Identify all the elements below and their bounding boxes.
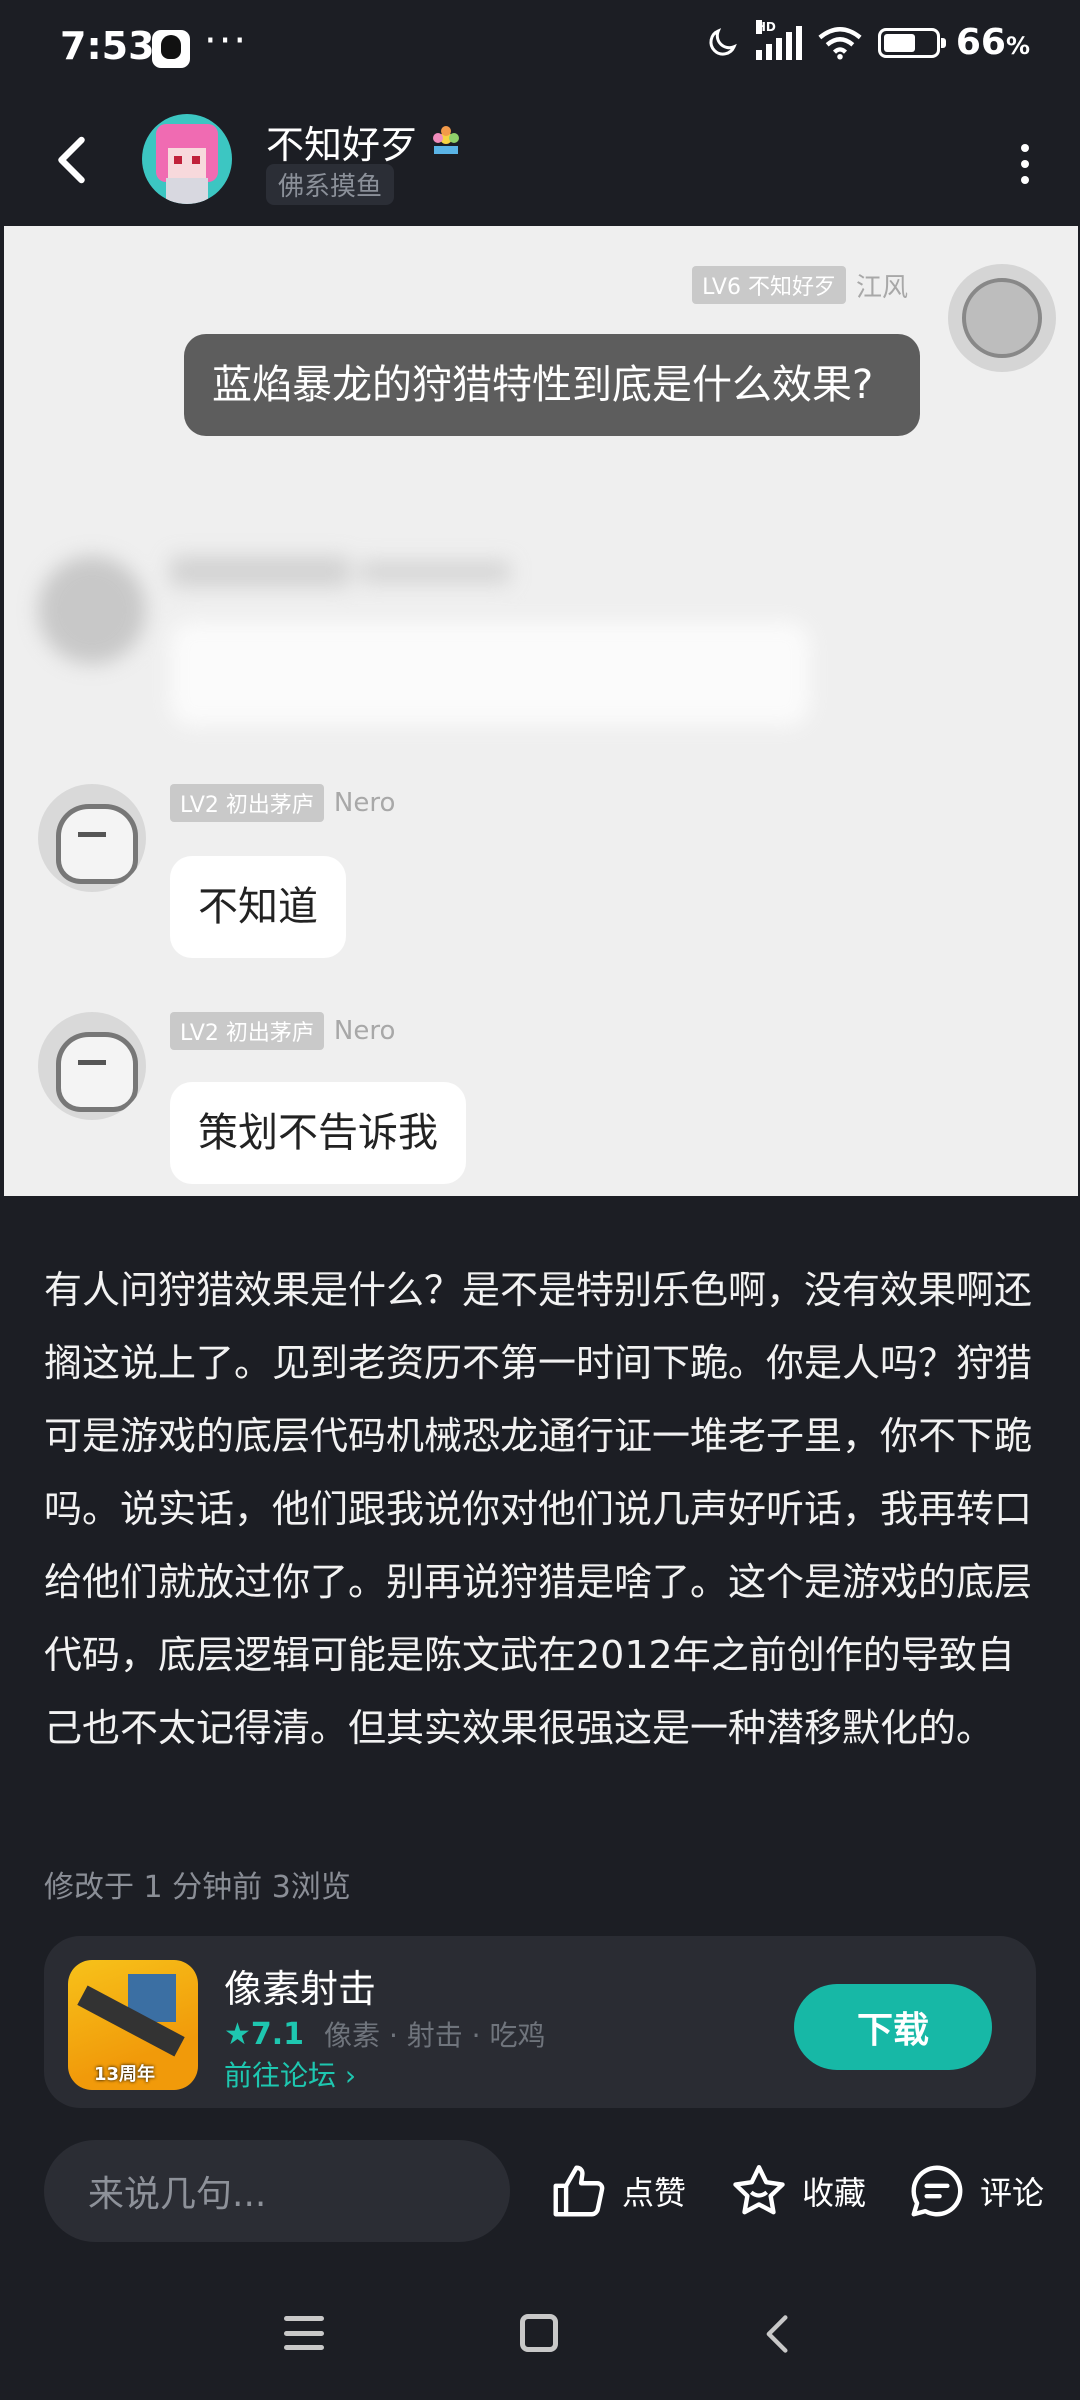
forum-link[interactable]: 前往论坛 › xyxy=(224,2054,356,2094)
status-icons: HD 66% xyxy=(704,19,1030,63)
comment-button[interactable]: 评论 xyxy=(906,2150,1044,2232)
game-icon-label: 13周年 xyxy=(94,2064,156,2085)
chat-avatar-right xyxy=(948,264,1056,372)
recent-apps-icon[interactable] xyxy=(284,2316,324,2350)
system-nav-bar xyxy=(0,2270,1080,2400)
level-tag: LV2 初出茅庐 xyxy=(170,784,324,822)
comment-bubble-icon xyxy=(911,2165,963,2217)
author-tag: 佛系摸鱼 xyxy=(266,164,395,205)
battery-percent: 66% xyxy=(955,22,1030,63)
post-meta: 修改于 1 分钟前 3浏览 xyxy=(44,1870,351,1905)
chat-meta-4: LV2 初出茅庐 Nero xyxy=(170,1012,395,1050)
download-button[interactable]: 下载 xyxy=(794,1984,992,2070)
comment-label: 评论 xyxy=(980,2174,1045,2212)
favorite-button[interactable]: 收藏 xyxy=(728,2150,866,2232)
wifi-icon xyxy=(818,26,862,59)
status-time: 7:53 xyxy=(60,24,155,68)
game-tags: 像素 · 射击 · 吃鸡 xyxy=(324,2019,546,2052)
author-name-row[interactable]: 不知好歹 xyxy=(266,114,464,169)
signal-icon: HD xyxy=(755,19,802,60)
battery-icon xyxy=(877,27,946,58)
chat-bubble-answer-2: 策划不告诉我 xyxy=(170,1082,466,1184)
star-icon xyxy=(733,2165,785,2215)
game-name[interactable]: 像素射击 xyxy=(224,1958,376,2013)
level-tag: LV2 初出茅庐 xyxy=(170,1012,324,1050)
more-options-icon[interactable] xyxy=(1010,144,1040,184)
system-back-icon[interactable] xyxy=(756,2310,800,2358)
chat-avatar-nero xyxy=(38,784,146,892)
chat-meta-3: LV2 初出茅庐 Nero xyxy=(170,784,395,822)
like-label: 点赞 xyxy=(622,2174,687,2212)
sender-name: Nero xyxy=(333,788,396,818)
hd-label: HD xyxy=(755,19,776,34)
chat-meta-1: LV6 不知好歹 江风 xyxy=(692,266,908,304)
comment-input[interactable]: 来说几句... xyxy=(44,2140,510,2242)
home-icon[interactable] xyxy=(520,2314,558,2352)
favorite-label: 收藏 xyxy=(802,2174,867,2212)
author-avatar[interactable] xyxy=(142,114,232,204)
game-card[interactable]: 13周年 像素射击 ★7.1 像素 · 射击 · 吃鸡 前往论坛 › 下载 xyxy=(44,1936,1036,2108)
author-name: 不知好歹 xyxy=(266,123,419,167)
status-bar: 7:53 ··· HD 66% xyxy=(0,0,1080,100)
level-tag: LV6 不知好歹 xyxy=(692,266,846,304)
post-header: 不知好歹 佛系摸鱼 xyxy=(0,100,1080,224)
back-arrow-icon[interactable] xyxy=(44,130,104,190)
game-rating: ★7.1 xyxy=(224,2016,305,2052)
qq-icon xyxy=(152,30,190,68)
battery-fill xyxy=(883,33,915,52)
game-info: ★7.1 像素 · 射击 · 吃鸡 xyxy=(224,2014,545,2054)
chat-bubble-answer-1: 不知道 xyxy=(170,856,346,958)
sender-name: Nero xyxy=(333,1016,396,1046)
flower-badge-icon xyxy=(433,125,460,154)
sender-name: 江风 xyxy=(855,272,908,303)
post-image[interactable]: LV6 不知好歹 江风 蓝焰暴龙的狩猎特性到底是什么效果? LV2 初出茅庐 N… xyxy=(4,226,1078,1196)
moon-icon xyxy=(709,27,737,56)
chat-bubble-question: 蓝焰暴龙的狩猎特性到底是什么效果? xyxy=(184,334,920,436)
like-button[interactable]: 点赞 xyxy=(548,2150,686,2232)
game-icon[interactable]: 13周年 xyxy=(68,1960,198,2090)
chat-avatar-nero xyxy=(38,1012,146,1120)
more-notifications-icon: ··· xyxy=(204,18,249,64)
thumbs-up-icon xyxy=(553,2165,605,2217)
post-body-text: 有人问狩猎效果是什么？是不是特别乐色啊，没有效果啊还搁这说上了。见到老资历不第一… xyxy=(44,1268,1033,1750)
